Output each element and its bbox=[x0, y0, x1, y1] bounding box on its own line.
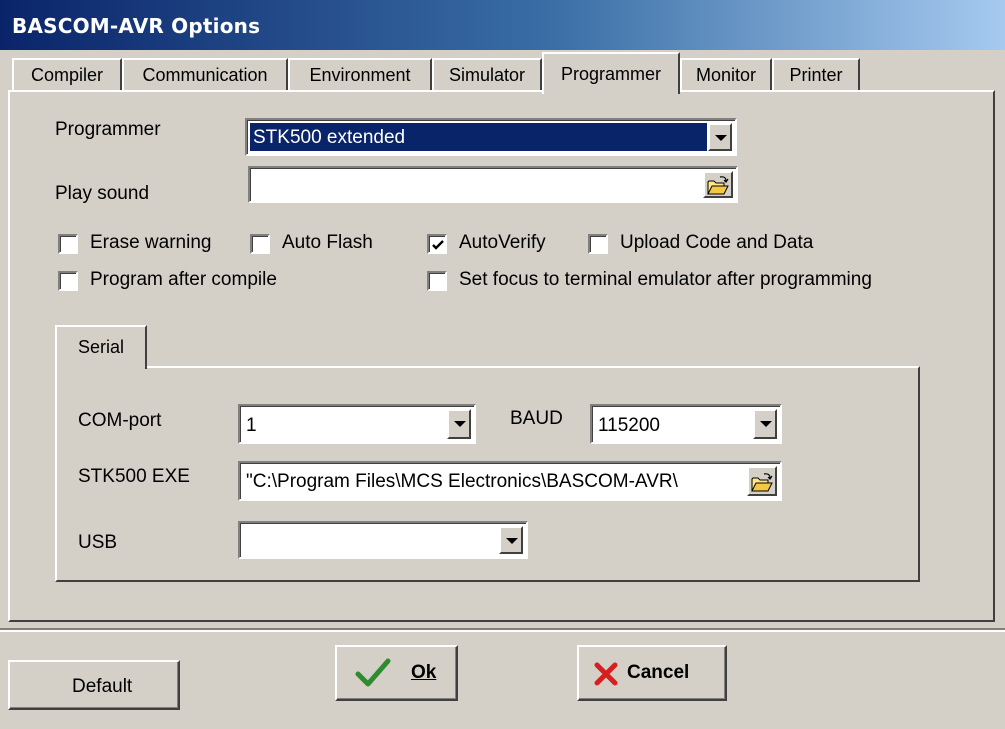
auto-verify-label: AutoVerify bbox=[459, 232, 546, 253]
chevron-down-icon[interactable] bbox=[708, 123, 732, 151]
com-port-value: 1 bbox=[246, 415, 257, 436]
folder-open-icon bbox=[751, 473, 773, 492]
tab-label: Compiler bbox=[30, 65, 104, 85]
tab-label: Communication bbox=[142, 65, 268, 85]
default-button[interactable]: Default bbox=[8, 660, 180, 710]
tab-environment[interactable]: Environment bbox=[288, 58, 432, 90]
cancel-button-label: Cancel bbox=[627, 662, 690, 683]
selected-highlight: STK500 extended bbox=[250, 123, 707, 151]
stk500-exe-value: "C:\Program Files\MCS Electronics\BASCOM… bbox=[246, 471, 678, 492]
tab-simulator[interactable]: Simulator bbox=[432, 58, 542, 90]
tab-printer[interactable]: Printer bbox=[772, 58, 860, 90]
tab-compiler[interactable]: Compiler bbox=[12, 58, 122, 90]
programmer-label: Programmer bbox=[55, 119, 161, 140]
chevron-down-icon[interactable] bbox=[447, 409, 471, 439]
tab-label: Printer bbox=[789, 65, 843, 85]
ok-button[interactable]: Ok bbox=[335, 645, 458, 701]
baud-value: 115200 bbox=[598, 415, 660, 436]
window-title: BASCOM-AVR Options bbox=[12, 14, 261, 38]
divider bbox=[0, 630, 1005, 632]
programmer-select[interactable]: STK500 extended bbox=[245, 118, 737, 156]
set-focus-terminal-label: Set focus to terminal emulator after pro… bbox=[459, 269, 872, 290]
tab-label: Environment bbox=[309, 65, 411, 85]
tab-label: Programmer bbox=[560, 64, 662, 84]
com-port-label: COM-port bbox=[78, 410, 162, 431]
folder-open-icon bbox=[707, 176, 729, 195]
serial-tab-label: Serial bbox=[77, 337, 125, 357]
chevron-down-icon[interactable] bbox=[753, 409, 777, 439]
upload-code-data-label: Upload Code and Data bbox=[620, 232, 814, 253]
auto-flash-label: Auto Flash bbox=[282, 232, 373, 253]
cancel-button[interactable]: Cancel bbox=[577, 645, 727, 701]
erase-warning-label: Erase warning bbox=[90, 232, 212, 253]
upload-code-data-checkbox[interactable] bbox=[588, 234, 608, 254]
chevron-down-icon[interactable] bbox=[499, 526, 523, 554]
checkmark-icon bbox=[355, 658, 391, 687]
play-sound-label: Play sound bbox=[55, 183, 150, 204]
program-after-compile-label: Program after compile bbox=[90, 269, 277, 290]
tab-programmer[interactable]: Programmer bbox=[542, 52, 680, 94]
tab-label: Monitor bbox=[695, 65, 757, 85]
usb-label: USB bbox=[78, 532, 118, 553]
close-icon bbox=[594, 662, 618, 686]
usb-select[interactable] bbox=[238, 521, 528, 559]
auto-verify-checkbox[interactable] bbox=[427, 234, 447, 254]
program-after-compile-checkbox[interactable] bbox=[58, 271, 78, 291]
com-port-select[interactable]: 1 bbox=[238, 404, 476, 444]
checkmark-icon bbox=[432, 240, 444, 250]
title-bar[interactable]: BASCOM-AVR Options bbox=[0, 0, 1005, 50]
ok-button-label: Ok bbox=[411, 662, 437, 683]
stk500-exe-input[interactable]: "C:\Program Files\MCS Electronics\BASCOM… bbox=[238, 461, 782, 501]
set-focus-terminal-checkbox[interactable] bbox=[427, 271, 447, 291]
tab-label: Simulator bbox=[448, 65, 526, 85]
tab-serial[interactable]: Serial bbox=[55, 325, 147, 369]
baud-select[interactable]: 115200 bbox=[590, 404, 782, 444]
play-sound-input[interactable] bbox=[248, 166, 738, 203]
auto-flash-checkbox[interactable] bbox=[250, 234, 270, 254]
default-button-label: Default bbox=[72, 676, 133, 697]
open-folder-button[interactable] bbox=[747, 466, 777, 496]
tab-communication[interactable]: Communication bbox=[122, 58, 288, 90]
programmer-value: STK500 extended bbox=[253, 127, 406, 148]
open-folder-button[interactable] bbox=[703, 171, 733, 198]
tab-monitor[interactable]: Monitor bbox=[680, 58, 772, 90]
stk500-exe-label: STK500 EXE bbox=[78, 466, 190, 487]
baud-label: BAUD bbox=[510, 408, 563, 429]
erase-warning-checkbox[interactable] bbox=[58, 234, 78, 254]
